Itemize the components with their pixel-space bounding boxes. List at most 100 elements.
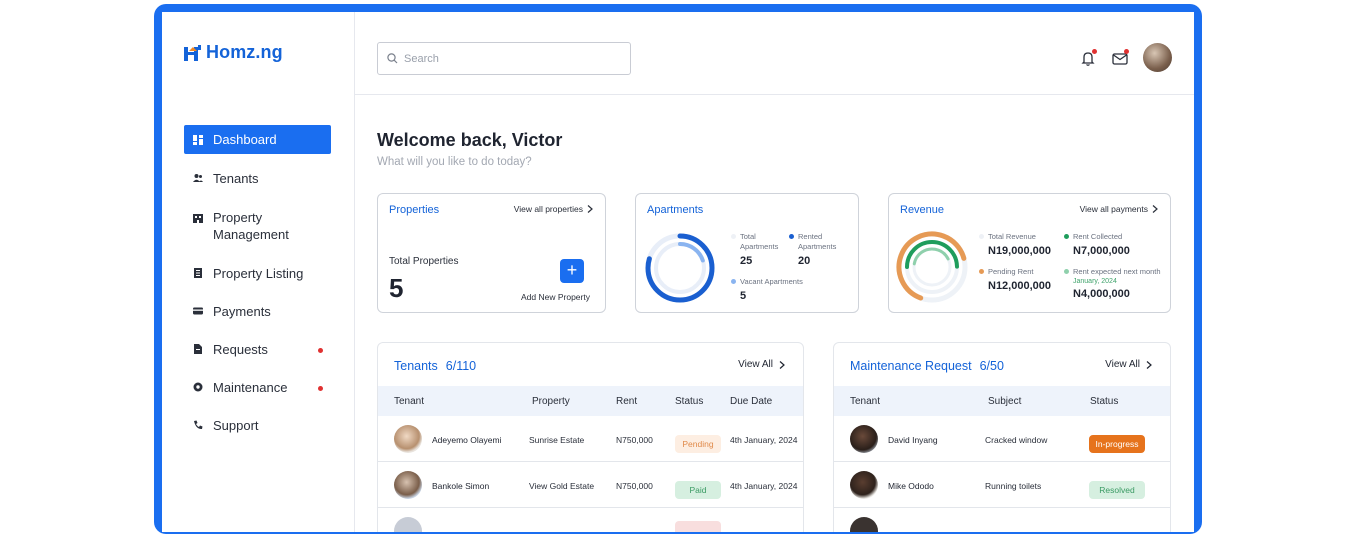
column-header[interactable]: Due Date (730, 396, 772, 407)
file-icon (194, 344, 202, 354)
stat-label: Total Apartments (740, 232, 779, 251)
tenant-name: Adeyemo Olayemi (432, 435, 502, 445)
link-label: View All (738, 359, 773, 370)
table-row[interactable]: Mike Ododo Running toilets Resolved (834, 462, 1170, 508)
logo[interactable]: Homz.ng (184, 42, 283, 63)
column-header[interactable]: Subject (988, 396, 1021, 407)
tenant-name: Bankole Simon (432, 481, 490, 491)
sidebar-item-dashboard[interactable]: Dashboard (184, 125, 331, 154)
notification-dot (318, 386, 323, 391)
chevron-right-icon (587, 205, 593, 213)
sidebar-item-maintenance[interactable]: Maintenance (184, 374, 331, 401)
table-row[interactable]: Bankole Simon View Gold Estate N750,000 … (378, 462, 803, 508)
request-subject: Running toilets (985, 481, 1042, 491)
pending-rent-stat: Pending Rent N12,000,000 (979, 267, 1051, 292)
sidebar-item-label: Dashboard (213, 132, 277, 147)
tenants-table-card: Tenants 6/110 View All Tenant Property Re… (377, 342, 804, 532)
sidebar: Homz.ng Dashboard Tenants Property Manag… (162, 12, 355, 532)
sidebar-item-property-management[interactable]: Property Management (184, 203, 331, 249)
title-count: 6/50 (979, 359, 1004, 373)
chevron-right-icon (1146, 360, 1152, 369)
properties-card: Properties View all properties Total Pro… (377, 193, 606, 313)
stat-value: N7,000,000 (1073, 245, 1130, 257)
table-row[interactable]: Adeyemo Olayemi Sunrise Estate N750,000 … (378, 416, 803, 462)
link-label: View all payments (1079, 204, 1148, 214)
title-count: 6/110 (445, 359, 477, 373)
stat-label: Pending Rent (988, 267, 1034, 276)
rent-value: N750,000 (616, 435, 653, 445)
status-badge: In-progress (1089, 435, 1145, 453)
rent-collected-stat: Rent Collected N7,000,000 (1064, 232, 1130, 257)
legend-dot (731, 279, 736, 284)
card-title: Properties (389, 204, 440, 216)
legend-dot (979, 234, 984, 239)
column-header[interactable]: Status (675, 396, 703, 407)
rent-value: N750,000 (616, 481, 653, 491)
notifications-button[interactable] (1079, 48, 1097, 67)
sidebar-item-label: Tenants (213, 171, 259, 186)
total-revenue-stat: Total Revenue N19,000,000 (979, 232, 1051, 257)
house-logo-icon (184, 44, 201, 61)
list-icon (194, 268, 202, 278)
status-badge: Resolved (1089, 481, 1145, 499)
stat-label: Rented Apartments (798, 232, 837, 251)
app-window: Homz.ng Dashboard Tenants Property Manag… (162, 12, 1194, 532)
sidebar-item-label: Support (213, 418, 259, 433)
view-all-payments-link[interactable]: View all payments (1080, 204, 1158, 214)
table-title: Tenants 6/110 (394, 359, 476, 373)
sidebar-item-requests[interactable]: Requests (184, 336, 331, 363)
apartments-card: Apartments Total Apartments 25 Rented Ap… (635, 193, 859, 313)
stat-date: January, 2024 (1073, 278, 1117, 285)
due-date: 4th January, 2024 (730, 481, 798, 491)
column-header[interactable]: Tenant (394, 396, 424, 407)
link-label: View All (1105, 359, 1140, 370)
view-all-maintenance-link[interactable]: View All (1105, 359, 1152, 370)
view-all-tenants-link[interactable]: View All (738, 359, 785, 370)
table-row-partial (834, 508, 1170, 532)
stat-value: N4,000,000 (1073, 288, 1130, 300)
view-all-properties-link[interactable]: View all properties (514, 204, 593, 214)
card-title: Revenue (900, 204, 945, 216)
messages-button[interactable] (1111, 48, 1129, 67)
legend-dot (979, 269, 984, 274)
table-row[interactable]: David Inyang Cracked window In-progress (834, 416, 1170, 462)
top-actions (1079, 43, 1172, 72)
legend-dot (1064, 269, 1069, 274)
logo-text: Homz.ng (206, 42, 283, 62)
sidebar-item-tenants[interactable]: Tenants (184, 165, 331, 192)
legend-dot (789, 234, 794, 239)
page-subtitle: What will you like to do today? (377, 156, 532, 168)
sidebar-item-payments[interactable]: Payments (184, 298, 331, 325)
property-name: Sunrise Estate (529, 435, 585, 445)
search-input[interactable] (404, 52, 624, 65)
sidebar-item-support[interactable]: Support (184, 412, 331, 439)
status-badge: Pending (675, 435, 721, 453)
maintenance-table-card: Maintenance Request 6/50 View All Tenant … (833, 342, 1171, 532)
phone-icon (194, 420, 203, 430)
vacant-apartments-stat: Vacant Apartments 5 (731, 277, 803, 302)
column-header[interactable]: Status (1090, 396, 1118, 407)
chevron-right-icon (779, 360, 785, 369)
sidebar-item-label: Maintenance (213, 380, 288, 395)
rent-expected-stat: Rent expected next month January, 2024 N… (1064, 267, 1161, 300)
page-title: Welcome back, Victor (377, 130, 563, 150)
column-header[interactable]: Tenant (850, 396, 880, 407)
sidebar-item-property-listing[interactable]: Property Listing (184, 260, 331, 287)
column-header[interactable]: Property (532, 396, 570, 407)
add-property-button[interactable]: + (560, 259, 584, 283)
user-avatar[interactable] (1143, 43, 1172, 72)
title-label: Tenants (394, 359, 438, 373)
column-header[interactable]: Rent (616, 396, 637, 407)
top-bar (355, 12, 1194, 95)
chevron-right-icon (1152, 205, 1158, 213)
table-title: Maintenance Request 6/50 (850, 359, 1004, 373)
sidebar-item-label: Property Listing (213, 266, 304, 281)
sidebar-item-label: Payments (213, 304, 271, 319)
request-subject: Cracked window (985, 435, 1048, 445)
search-box[interactable] (377, 42, 631, 75)
total-properties-label: Total Properties (389, 256, 459, 267)
avatar (394, 471, 422, 499)
due-date: 4th January, 2024 (730, 435, 798, 445)
stat-value: 5 (740, 290, 747, 302)
status-badge: Paid (675, 481, 721, 499)
